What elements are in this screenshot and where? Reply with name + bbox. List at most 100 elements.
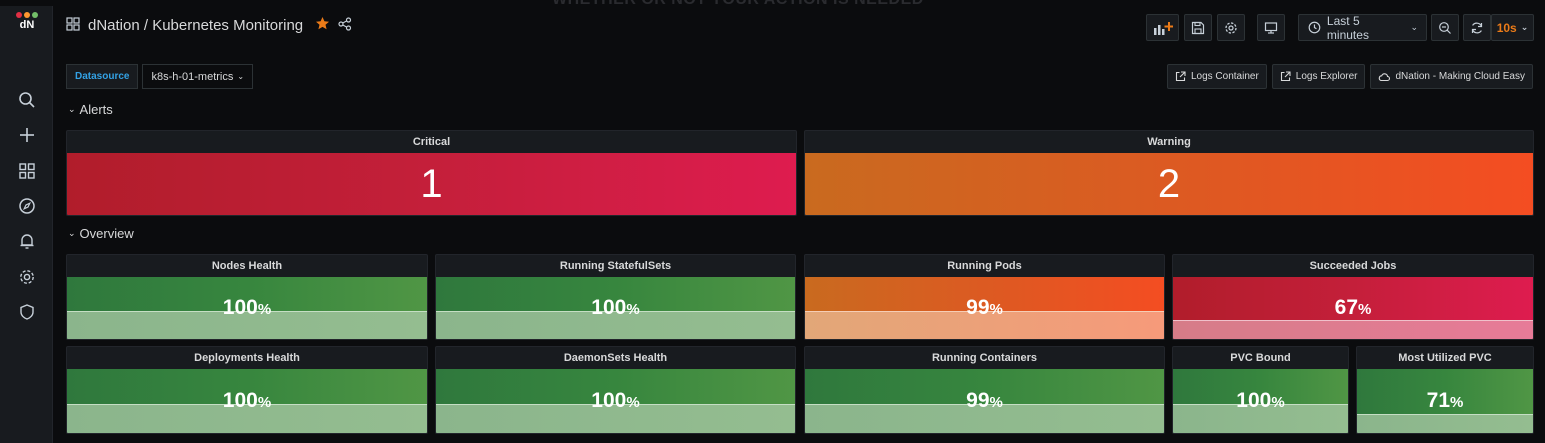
dashboard-navbar: dNation / Kubernetes Monitoring Last 5 m… [54,6,1545,50]
dashboard-title: dNation / Kubernetes Monitoring [66,16,352,35]
save-dashboard-button[interactable] [1184,14,1212,41]
clock-icon [1308,21,1321,34]
logo-text: dN [19,19,35,31]
add-panel-icon [1153,21,1173,35]
panel-daemonsets-health[interactable]: DaemonSets Health 100% [435,346,796,434]
row-title-label: Overview [79,226,134,241]
chevron-down-icon: ⌄ [237,72,245,81]
logo-dot-red [16,12,22,18]
panel-running-statefulsets[interactable]: Running StatefulSets 100% [435,254,796,340]
save-icon [1191,21,1205,34]
panel-succeeded-jobs[interactable]: Succeeded Jobs 67% [1172,254,1534,340]
panel-running-pods[interactable]: Running Pods 99% [804,254,1165,340]
refresh-interval-picker[interactable]: 10s ⌄ [1491,14,1534,41]
value-number: 67 [1334,296,1358,319]
panel-title: Nodes Health [211,260,283,272]
add-panel-button[interactable] [1146,14,1179,41]
value-number: 100 [1236,389,1272,412]
panel-most-utilized-pvc[interactable]: Most Utilized PVC 71% [1356,346,1534,434]
dashboard-links: Logs Container Logs Explorer dNation - M… [1166,64,1533,89]
link-label: Logs Container [1190,71,1259,82]
refresh-icon [1471,22,1483,33]
zoom-out-icon [1439,21,1451,34]
value-number: 99 [966,296,990,319]
value-number: 71 [1426,389,1450,412]
settings-icon[interactable] [17,267,37,287]
value-number: 100 [222,389,258,412]
value-unit: % [1358,301,1372,318]
stat-value: 100% [1236,389,1284,413]
search-icon[interactable] [17,90,37,110]
zoom-out-button[interactable] [1431,14,1459,41]
stat-background: 2 [805,153,1533,215]
stat-value: 99% [966,296,1003,320]
stat-value: 100% [223,296,271,320]
app-logo[interactable]: dN [12,12,42,42]
gauge-background: 100% [67,277,427,339]
value-unit: % [626,301,640,318]
side-menu: dN [0,6,53,443]
gauge-fill [1357,413,1533,433]
alerting-icon[interactable] [17,231,37,251]
dashboard-main: dNation / Kubernetes Monitoring Last 5 m… [54,6,1545,443]
dashboard-settings-button[interactable] [1217,14,1245,41]
plus-icon[interactable] [17,125,37,145]
panel-title: Deployments Health [194,352,300,364]
gauge-background: 100% [67,369,427,433]
panel-warning-alerts[interactable]: Warning 2 [804,130,1534,216]
stat-background: 1 [67,153,796,215]
explore-icon[interactable] [17,196,37,216]
panel-title: Succeeded Jobs [1309,260,1397,272]
link-label: dNation - Making Cloud Easy [1395,71,1525,82]
link-logs-container[interactable]: Logs Container [1166,64,1267,89]
chevron-down-icon: ⌄ [68,228,76,238]
stat-value: 67% [1335,296,1372,320]
dashboards-icon[interactable] [17,161,37,181]
gauge-fill [1173,320,1533,339]
value-number: 100 [222,296,258,319]
panel-pvc-bound[interactable]: PVC Bound 100% [1172,346,1349,434]
panel-title: Critical [412,136,451,148]
time-picker-button[interactable]: Last 5 minutes ⌄ [1298,14,1427,42]
panel-title: Most Utilized PVC [1398,352,1492,364]
link-logs-explorer[interactable]: Logs Explorer [1271,64,1366,89]
star-icon[interactable] [315,16,330,35]
panel-title: PVC Bound [1230,352,1291,364]
row-overview[interactable]: ⌄ Overview [68,226,134,241]
gauge-background: 100% [436,277,795,339]
panel-deployments-health[interactable]: Deployments Health 100% [66,346,428,434]
panel-critical-alerts[interactable]: Critical 1 [66,130,797,216]
gauge-background: 99% [805,369,1164,433]
external-link-icon [1280,71,1291,82]
share-icon[interactable] [338,16,352,35]
stat-value: 2 [1157,161,1181,206]
datasource-select[interactable]: k8s-h-01-metrics ⌄ [142,64,254,89]
stat-value: 100% [223,389,271,413]
link-dnation[interactable]: dNation - Making Cloud Easy [1370,64,1533,89]
stat-value: 100% [591,296,639,320]
value-unit: % [1271,394,1285,411]
external-link-icon [1175,71,1186,82]
datasource-value: k8s-h-01-metrics [151,70,234,83]
panel-title: Warning [1147,136,1191,148]
refresh-button[interactable] [1463,14,1491,41]
tv-mode-button[interactable] [1257,14,1285,41]
gear-icon [1225,21,1237,34]
gauge-background: 100% [1173,369,1348,433]
link-label: Logs Explorer [1295,71,1358,82]
panel-nodes-health[interactable]: Nodes Health 100% [66,254,428,340]
panel-title: DaemonSets Health [563,352,668,364]
row-alerts[interactable]: ⌄ Alerts [68,102,113,117]
stat-value: 71% [1427,389,1464,413]
panel-title: Running Containers [931,352,1038,364]
value-unit: % [257,301,272,318]
shield-icon[interactable] [17,302,37,322]
stat-value: 100% [591,389,639,413]
panel-title: Running Pods [947,260,1022,272]
panel-running-containers[interactable]: Running Containers 99% [804,346,1165,434]
dashboards-grid-icon[interactable] [66,16,80,35]
gauge-background: 99% [805,277,1164,339]
datasource-label: Datasource [66,64,139,89]
cloud-icon [1379,72,1391,81]
breadcrumb[interactable]: dNation / Kubernetes Monitoring [88,17,303,34]
